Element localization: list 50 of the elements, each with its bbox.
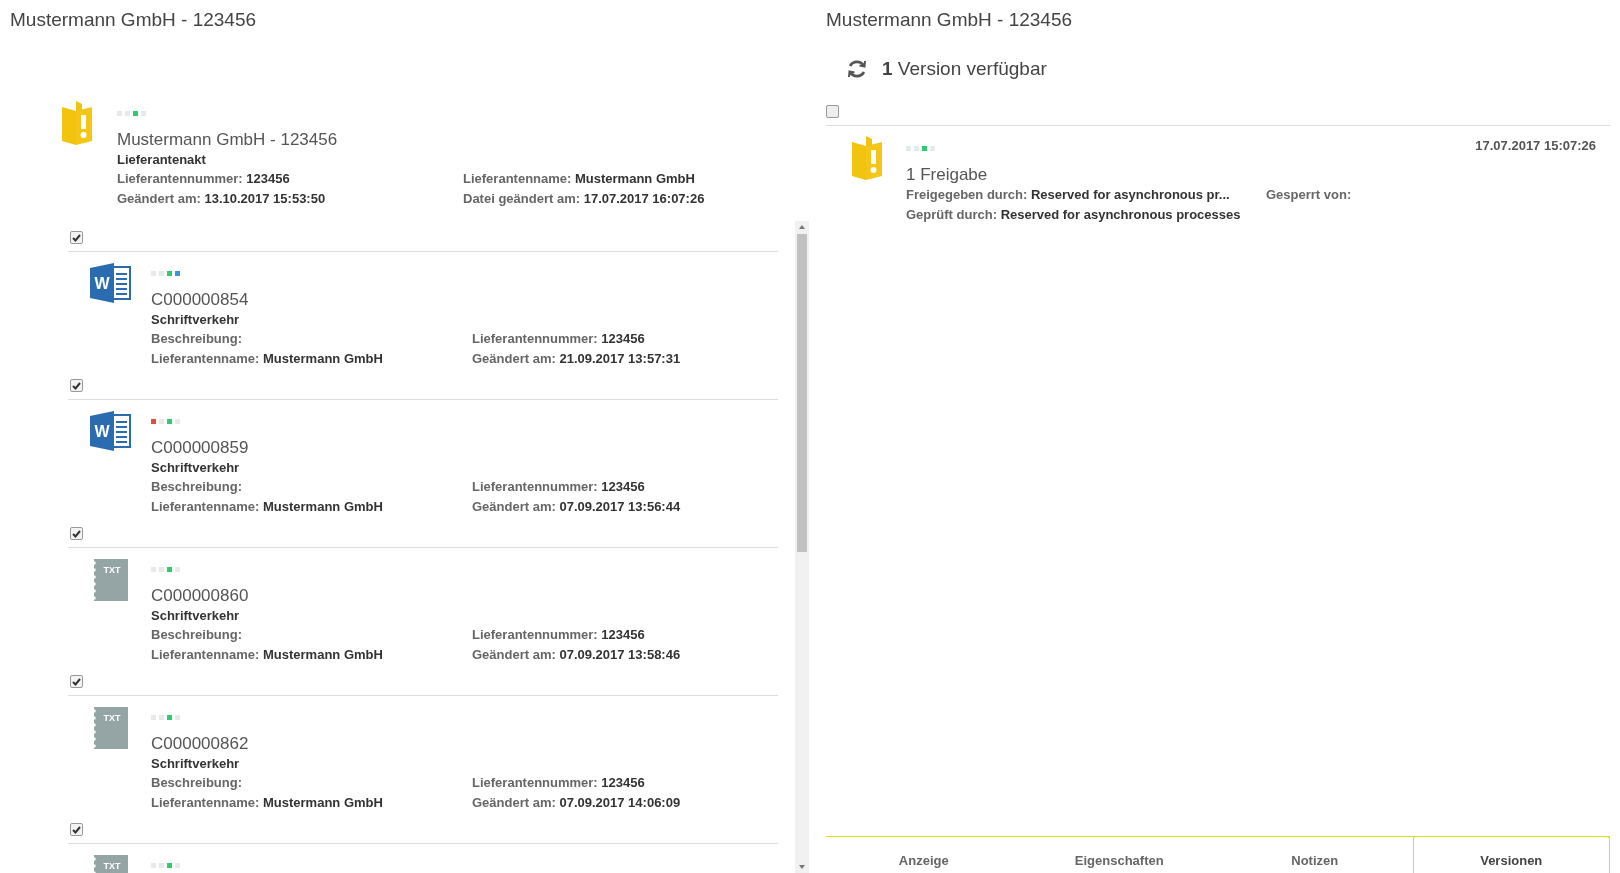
field-text: Beschreibung:: [151, 774, 243, 792]
checkbox[interactable]: [826, 105, 839, 118]
field-text: Freigegeben durch: Reserved for asynchronous pr...: [906, 186, 1231, 204]
field-text: Geändert am: 21.09.2017 13:57:31: [472, 349, 682, 368]
field-text: Beschreibung:: [151, 330, 243, 348]
field-text: Lieferantennummer: 123456: [117, 170, 291, 188]
checkbox[interactable]: [70, 379, 83, 392]
checkbox[interactable]: [70, 675, 83, 688]
field-text: Geändert am: 07.09.2017 13:58:46: [472, 645, 682, 664]
document-number[interactable]: C000000860: [151, 586, 778, 606]
document-number[interactable]: C000000854: [151, 290, 778, 310]
field-text: Geändert am: 13.10.2017 15:53:50: [117, 189, 327, 208]
document-type: Schriftverkehr: [151, 607, 241, 625]
field-text: Datei geändert am: 17.07.2017 16:07:26: [463, 189, 706, 208]
field-text: Lieferantennummer: 123456: [472, 774, 646, 792]
version-title[interactable]: 1 Freigabe: [906, 165, 1596, 185]
field-text: Beschreibung:: [151, 478, 243, 496]
field-text: Lieferantenname: Mustermann GmbH: [151, 497, 384, 516]
panel-title: Mustermann GmbH - 123456: [826, 8, 1074, 32]
checkbox[interactable]: [70, 231, 83, 244]
document-number[interactable]: C000000859: [151, 438, 778, 458]
scrollbar-thumb[interactable]: [797, 234, 807, 552]
field-text: Gesperrt von:: [1266, 186, 1353, 204]
document-type: Schriftverkehr: [151, 459, 241, 477]
panel-title: Mustermann GmbH - 123456: [9, 8, 258, 32]
record-type: Lieferantenakt: [117, 151, 207, 169]
versions-count: 1 Version verfügbar: [882, 58, 1047, 80]
document-number[interactable]: C000000862: [151, 734, 778, 754]
document-type: Schriftverkehr: [151, 311, 241, 329]
field-text: Lieferantenname: Mustermann GmbH: [463, 170, 696, 188]
field-text: Lieferantenname: Mustermann GmbH: [151, 645, 384, 664]
refresh-icon[interactable]: [846, 58, 868, 80]
field-text: Lieferantenname: Mustermann GmbH: [151, 349, 384, 368]
checkbox[interactable]: [70, 527, 83, 540]
checkbox[interactable]: [70, 823, 83, 836]
field-text: Geändert am: 07.09.2017 13:56:44: [472, 497, 682, 516]
field-text: Geprüft durch: Reserved for asynchronous processes: [906, 205, 1242, 224]
version-date: 17.07.2017 15:07:26: [1475, 137, 1596, 155]
field-text: Lieferantennummer: 123456: [472, 330, 646, 348]
tab[interactable]: Versionen: [1412, 836, 1610, 873]
scrollbar[interactable]: [795, 221, 809, 873]
record-title: Mustermann GmbH - 123456: [117, 130, 339, 150]
binder-icon: [62, 101, 92, 145]
binder-icon: [852, 136, 882, 180]
document-type: Schriftverkehr: [151, 755, 241, 773]
field-text: Lieferantennummer: 123456: [472, 626, 646, 644]
field-text: Lieferantennummer: 123456: [472, 478, 646, 496]
field-text: Beschreibung:: [151, 626, 243, 644]
field-text: Geändert am: 07.09.2017 14:06:09: [472, 793, 682, 812]
field-text: Lieferantenname: Mustermann GmbH: [151, 793, 384, 812]
